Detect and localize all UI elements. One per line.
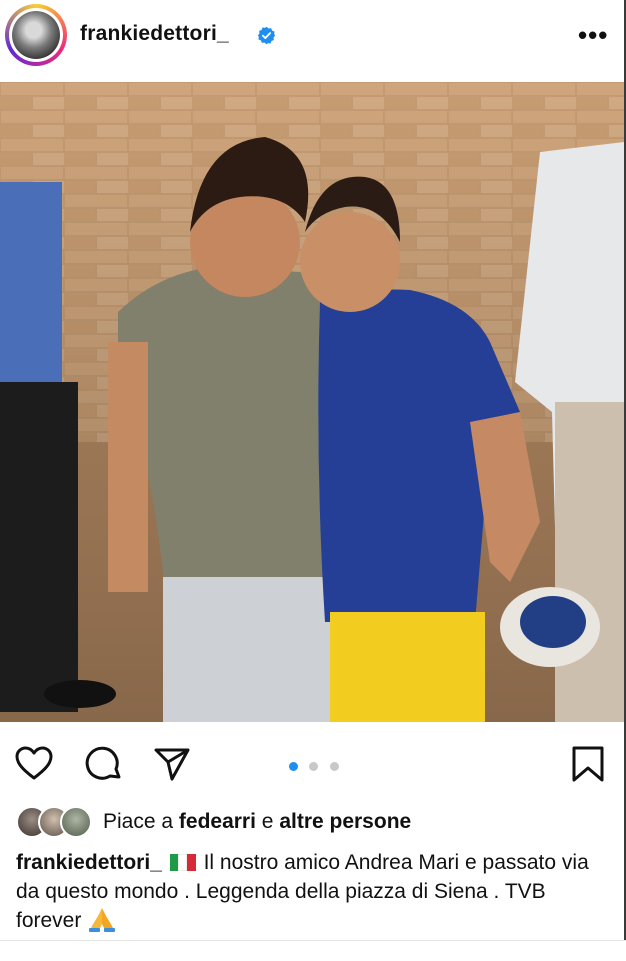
carousel-dot-3 (329, 762, 339, 771)
it-flag-emoji (169, 850, 196, 871)
caption-username[interactable]: frankiedettori_ (16, 851, 162, 874)
send-icon[interactable] (152, 744, 192, 784)
post-caption: frankiedettori_ Il nostro amico Andrea M… (16, 848, 616, 935)
likes-user[interactable]: fedearri (179, 810, 256, 833)
heart-icon[interactable] (14, 744, 54, 784)
liker-avatar-3 (60, 806, 92, 838)
comment-icon[interactable] (84, 744, 124, 784)
likes-prefix: Piace a (103, 810, 174, 833)
likes-text: Piace a fedearri e altre persone (103, 810, 411, 834)
likes-summary[interactable]: Piace a fedearri e altre persone (16, 806, 616, 838)
carousel-indicator (289, 758, 346, 771)
likes-joiner: e (261, 810, 274, 833)
bottom-nav-cutoff (0, 941, 626, 961)
praying-hands-emoji (89, 908, 116, 932)
likes-others[interactable]: altre persone (279, 810, 411, 833)
post-header: frankiedettori_ ••• (0, 0, 626, 80)
post-username[interactable]: frankiedettori_ (80, 22, 229, 46)
avatar-image (12, 11, 60, 59)
post-actions (0, 730, 626, 794)
bookmark-icon[interactable] (568, 744, 608, 784)
carousel-dot-1 (289, 762, 298, 771)
more-icon[interactable]: ••• (578, 22, 608, 48)
carousel-dot-2 (309, 762, 319, 771)
photo-illustration (0, 82, 624, 722)
verified-badge-icon (257, 26, 276, 45)
avatar[interactable] (5, 4, 67, 66)
post-photo[interactable] (0, 82, 624, 722)
